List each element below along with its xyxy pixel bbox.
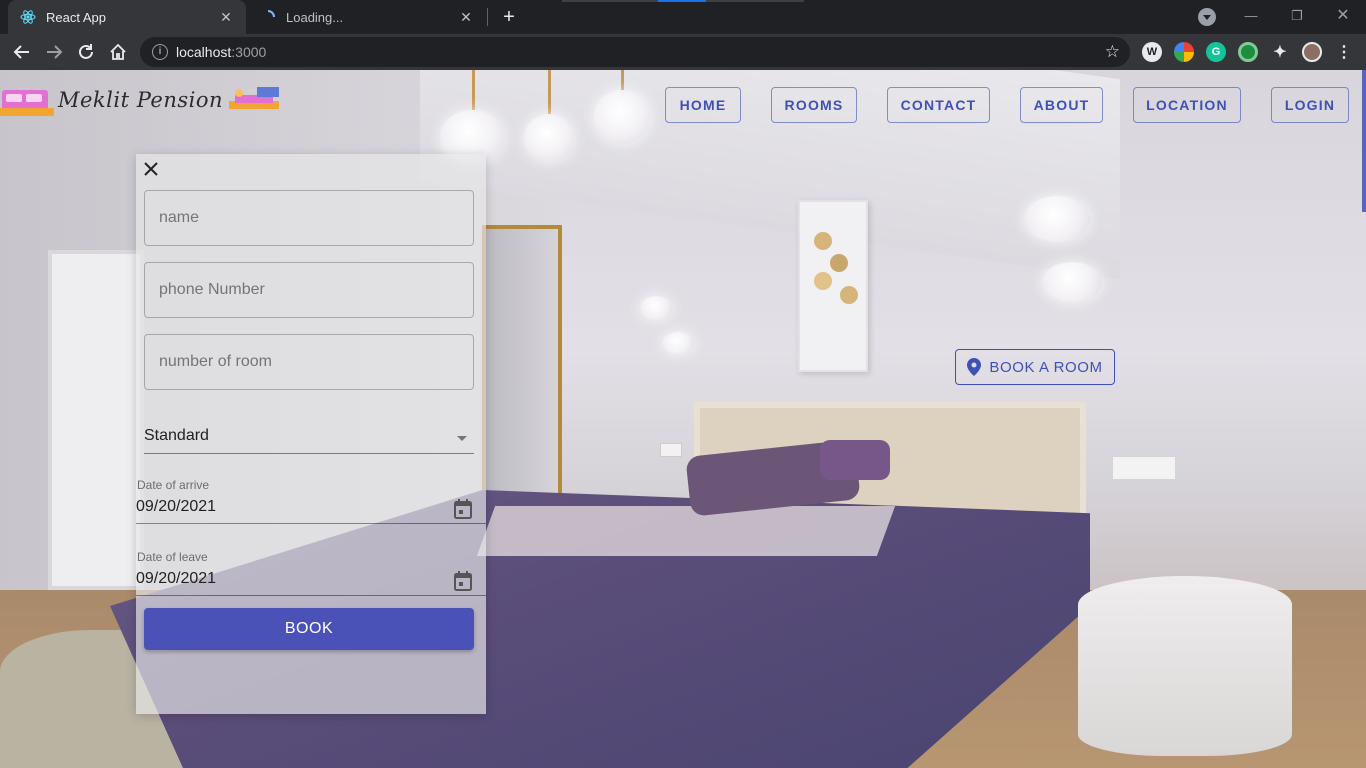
tab-react-app[interactable]: React App ✕	[8, 0, 246, 34]
bed-person-logo-icon	[229, 87, 280, 109]
close-icon[interactable]	[140, 158, 162, 180]
menu-kebab-icon[interactable]: ⋮	[1334, 42, 1354, 62]
dropdown-arrow-icon	[457, 436, 467, 441]
tab-loading[interactable]: Loading... ✕	[248, 0, 486, 34]
bed-logo-icon	[0, 90, 54, 116]
leave-date-value: 09/20/2021	[136, 570, 217, 587]
book-a-room-label: BOOK A ROOM	[989, 358, 1103, 376]
nav-home-button[interactable]: HOME	[665, 87, 741, 123]
nav-contact-button[interactable]: CONTACT	[887, 87, 990, 123]
room-type-value: Standard	[144, 427, 209, 444]
nav-location-button[interactable]: LOCATION	[1133, 87, 1241, 123]
profile-avatar[interactable]	[1302, 42, 1322, 62]
browser-tab-bar: React App ✕ Loading... ✕ + — ❐ ✕	[0, 0, 1366, 34]
new-tab-plus-icon[interactable]: +	[498, 6, 520, 28]
room-type-select[interactable]: Standard	[144, 424, 474, 454]
home-icon[interactable]	[106, 40, 130, 64]
tab-search-icon[interactable]	[1198, 8, 1216, 26]
url-port: :3000	[231, 44, 267, 60]
booking-form-panel: name phone Number number of room Standar…	[136, 154, 486, 714]
restore-icon[interactable]: ❐	[1274, 4, 1320, 28]
phone-placeholder: phone Number	[159, 281, 265, 298]
bookmark-star-icon[interactable]: ☆	[1105, 42, 1120, 62]
forward-arrow-icon[interactable]	[42, 40, 66, 64]
leave-date-label: Date of leave	[137, 550, 208, 564]
number-of-room-field[interactable]: number of room	[144, 334, 474, 390]
react-icon	[20, 9, 36, 25]
back-arrow-icon[interactable]	[10, 40, 34, 64]
brand-name: Meklit Pension	[58, 88, 224, 112]
reload-icon[interactable]	[74, 40, 98, 64]
browser-toolbar: i localhost :3000 ☆ W G ✦ ⋮	[0, 34, 1366, 70]
name-field[interactable]: name	[144, 190, 474, 246]
arrive-date-input[interactable]: 09/20/2021	[136, 498, 486, 524]
rooms-placeholder: number of room	[159, 353, 272, 370]
tab-title: React App	[46, 9, 106, 25]
book-a-room-button[interactable]: BOOK A ROOM	[955, 349, 1115, 385]
close-tab-icon[interactable]: ✕	[458, 9, 474, 25]
nav-about-button[interactable]: ABOUT	[1020, 87, 1103, 123]
page-viewport: Meklit Pension HOME ROOMS CONTACT ABOUT …	[0, 70, 1366, 768]
phone-number-field[interactable]: phone Number	[144, 262, 474, 318]
page-scrollbar[interactable]	[1362, 70, 1366, 212]
nav-login-button[interactable]: LOGIN	[1271, 87, 1349, 123]
extension-circle-icon[interactable]	[1238, 42, 1258, 62]
site-logo[interactable]: Meklit Pension	[0, 80, 283, 120]
url-host: localhost	[176, 44, 232, 60]
book-button[interactable]: BOOK	[144, 608, 474, 650]
nav-rooms-button[interactable]: ROOMS	[771, 87, 857, 123]
location-pin-icon	[967, 358, 982, 376]
window-close-icon[interactable]: ✕	[1320, 4, 1366, 28]
tab-divider	[487, 8, 488, 26]
grammarly-icon[interactable]: G	[1206, 42, 1226, 62]
site-info-icon[interactable]: i	[152, 44, 168, 60]
extensions-puzzle-icon[interactable]: ✦	[1270, 42, 1290, 62]
calendar-icon[interactable]	[454, 499, 472, 519]
name-placeholder: name	[159, 209, 200, 226]
calendar-icon[interactable]	[454, 571, 472, 591]
tab-loading-indicator	[562, 0, 804, 2]
arrive-date-label: Date of arrive	[137, 478, 210, 492]
extension-w-icon[interactable]: W	[1142, 42, 1162, 62]
loading-spinner-icon	[260, 9, 276, 25]
arrive-date-value: 09/20/2021	[136, 498, 217, 515]
leave-date-input[interactable]: 09/20/2021	[136, 570, 486, 596]
tab-title: Loading...	[286, 9, 344, 25]
close-tab-icon[interactable]: ✕	[218, 9, 234, 25]
address-bar[interactable]: i localhost :3000 ☆	[140, 37, 1130, 67]
extension-color-icon[interactable]	[1174, 42, 1194, 62]
minimize-icon[interactable]: —	[1228, 4, 1274, 28]
